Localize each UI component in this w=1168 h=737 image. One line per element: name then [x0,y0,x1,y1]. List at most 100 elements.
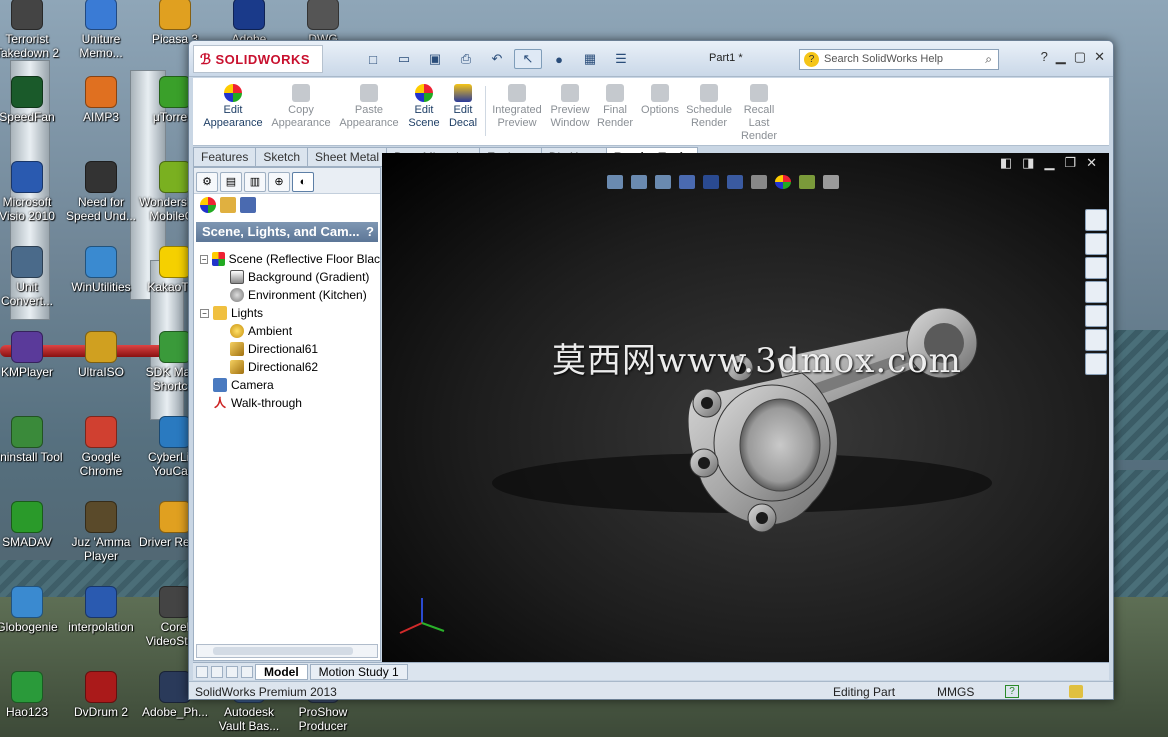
desktop-icon[interactable]: SMADAV [0,501,64,549]
desktop-icon[interactable]: AIMP3 [64,76,138,124]
save-icon[interactable]: ▣ [421,49,449,69]
tab-sheet-metal[interactable]: Sheet Metal [308,147,388,167]
desktop-icon-label: Adobe_Ph... [141,705,209,719]
open-folder-icon[interactable]: ▭ [390,49,418,69]
edit-appearance-button[interactable]: Edit Appearance [201,84,265,130]
desktop-icon-label: DvDrum 2 [73,705,128,719]
close-icon[interactable]: ✕ [1094,49,1105,65]
desktop-icon[interactable]: Microsoft Visio 2010 [0,161,64,223]
tab-prev-icon[interactable] [211,665,223,678]
tree-node-ambient[interactable]: Ambient [200,322,380,340]
edit-decal-button[interactable]: Edit Decal [445,84,481,130]
desktop-icon[interactable]: Need for Speed Und... [64,161,138,223]
select-pointer-icon[interactable]: ↖ [514,49,542,69]
tree-node-background[interactable]: Background (Gradient) [200,268,380,286]
integrated-preview-button[interactable]: Integrated Preview [489,84,545,130]
quick-tips-icon[interactable]: ? [1005,685,1019,698]
configuration-manager-tab-icon[interactable]: ▥ [244,172,266,192]
schedule-render-button[interactable]: Schedule Render [683,84,735,130]
maximize-icon[interactable]: ▢ [1074,49,1086,65]
appearance-ball-icon [224,84,242,102]
desktop-icon[interactable]: interpolation [64,586,138,634]
options-button[interactable]: Options [639,84,681,117]
search-icon[interactable]: ⌕ [985,52,992,67]
desktop-icon[interactable]: Globogenie [0,586,64,634]
paste-appearance-button[interactable]: Paste Appearance [337,84,401,130]
tree-node-directional62[interactable]: Directional62 [200,358,380,376]
schedule-render-icon [700,84,718,102]
desktop-icon[interactable]: DvDrum 2 [64,671,138,719]
feature-manager-tab-icon[interactable]: ⚙ [196,172,218,192]
tab-motion-study[interactable]: Motion Study 1 [309,663,408,680]
tree-node-walk-through[interactable]: 人 Walk-through [200,394,380,412]
connecting-rod-model[interactable] [382,153,1109,662]
desktop-icon[interactable]: Uninstall Tool [0,416,64,464]
desktop-icon[interactable]: Unit Convert... [0,246,64,308]
tab-model[interactable]: Model [255,663,308,680]
collapse-icon[interactable]: − [200,308,209,318]
design-library-icon[interactable] [1085,257,1107,279]
tab-next-icon[interactable] [226,665,238,678]
tree-node-environment[interactable]: Environment (Kitchen) [200,286,380,304]
help-menu-icon[interactable]: ? [1041,49,1048,65]
preview-window-button[interactable]: Preview Window [547,84,593,130]
tree-node-label: Directional62 [248,360,319,374]
options-gear-icon [651,84,669,102]
desktop-icon[interactable]: SpeedFan [0,76,64,124]
tab-first-icon[interactable] [196,665,208,678]
tag-icon[interactable] [1069,685,1083,698]
desktop-icon[interactable]: Google Chrome [64,416,138,478]
scene-icon [212,252,225,266]
appearances-view-icon[interactable] [200,197,216,213]
app-icon [85,586,117,618]
tree-node-lights[interactable]: − Lights [200,304,380,322]
view-palette-icon[interactable] [1085,305,1107,327]
panel-help-icon[interactable]: ? [366,224,374,239]
minimize-icon[interactable]: ▁ [1056,49,1066,65]
property-manager-tab-icon[interactable]: ▤ [220,172,242,192]
rebuild-icon[interactable]: ● [545,49,573,69]
final-render-button[interactable]: Final Render [595,84,635,130]
tab-sketch[interactable]: Sketch [256,147,309,167]
quick-access-toolbar: □ ▭ ▣ ⎙ ↶ ↖ ● ▦ ☰ [359,49,635,69]
tab-last-icon[interactable] [241,665,253,678]
desktop-icon[interactable]: KMPlayer [0,331,64,379]
undo-icon[interactable]: ↶ [483,49,511,69]
file-properties-icon[interactable]: ▦ [576,49,604,69]
display-manager-tab-icon[interactable]: ◐ [292,172,314,192]
desktop-icon-label: AIMP3 [82,110,119,124]
scene-lights-cameras-view-icon[interactable] [240,197,256,213]
tree-node-label: Camera [231,378,274,392]
solidworks-resources-icon[interactable] [1085,209,1107,231]
custom-properties-icon[interactable] [1085,353,1107,375]
help-search-input[interactable]: ? Search SolidWorks Help ⌕ [799,49,999,70]
desktop-icon[interactable]: Hao123 [0,671,64,719]
recall-last-render-button[interactable]: Recall Last Render [737,84,781,143]
dimxpert-manager-tab-icon[interactable]: ⊕ [268,172,290,192]
tree-node-directional61[interactable]: Directional61 [200,340,380,358]
new-document-icon[interactable]: □ [359,49,387,69]
desktop-icon[interactable]: Juz 'Amma Player [64,501,138,563]
collapse-icon[interactable]: − [200,254,209,264]
home-icon[interactable] [1085,233,1107,255]
tree-node-camera[interactable]: Camera [200,376,380,394]
edit-scene-button[interactable]: Edit Scene [405,84,443,130]
desktop-icon-label: Unit Convert... [0,280,54,308]
desktop-icon[interactable]: Uniture Memo... [64,0,138,60]
options-icon[interactable]: ☰ [607,49,635,69]
tree-node-scene[interactable]: − Scene (Reflective Floor Blac [200,250,380,268]
desktop-icon[interactable]: Terrorist Takedown 2 [0,0,64,60]
scrollbar-thumb[interactable] [213,647,353,655]
print-icon[interactable]: ⎙ [452,49,480,69]
appearances-scenes-icon[interactable] [1085,329,1107,351]
copy-appearance-button[interactable]: Copy Appearance [269,84,333,130]
desktop-icon[interactable]: WinUtilities [64,246,138,294]
decals-view-icon[interactable] [220,197,236,213]
panel-horizontal-scrollbar[interactable] [196,644,378,658]
graphics-area[interactable]: ◧ ◨ ▁ ❐ ✕ 莫西网www.3dmox.com [382,153,1109,662]
desktop-icon[interactable]: UltraISO [64,331,138,379]
solidworks-logo[interactable]: ℬ SOLIDWORKS [193,45,323,73]
units-selector[interactable]: MMGS [937,685,974,699]
file-explorer-icon[interactable] [1085,281,1107,303]
tab-features[interactable]: Features [193,147,257,167]
